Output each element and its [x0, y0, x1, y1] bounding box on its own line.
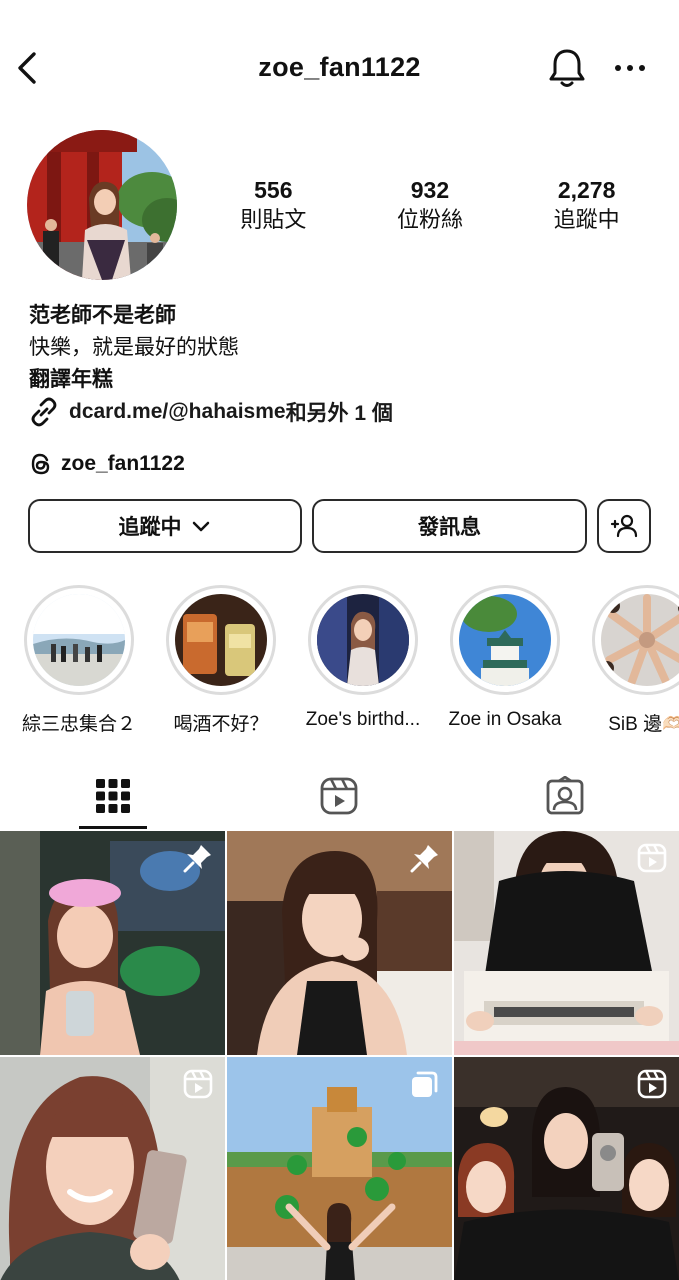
more-options-button[interactable]: [610, 50, 650, 86]
story-highlights: 綜三忠集合２ 喝酒不好？ Zoe's birthd... Zoe in Osak…: [0, 585, 679, 735]
bell-icon: [549, 49, 585, 87]
link-suffix: 和另外 1 個: [285, 402, 393, 425]
more-horizontal-icon: [615, 65, 645, 71]
following-button-label: 追蹤中: [118, 516, 182, 539]
reels-icon: [637, 843, 667, 873]
tab-reels[interactable]: [226, 762, 452, 830]
bio-line[interactable]: 翻譯年糕: [29, 364, 659, 396]
highlight-cover: [450, 585, 560, 695]
bio-line: 快樂，就是最好的狀態: [29, 336, 239, 359]
threads-handle: zoe_fan1122: [61, 452, 185, 475]
following-button[interactable]: 追蹤中: [28, 499, 302, 553]
link-icon: [31, 397, 57, 427]
posts-grid: [0, 831, 679, 1280]
post-thumbnail[interactable]: [227, 831, 452, 1055]
threads-link[interactable]: zoe_fan1122: [29, 448, 185, 480]
chevron-down-icon: [192, 521, 209, 532]
chevron-left-icon: [18, 52, 36, 84]
posts-count: 556: [254, 177, 293, 203]
reels-icon: [183, 1069, 213, 1099]
message-button[interactable]: 發訊息: [312, 499, 587, 553]
highlight-item[interactable]: Zoe in Osaka: [435, 585, 575, 731]
pin-icon: [410, 845, 438, 873]
highlight-label: 喝酒不好？: [173, 714, 269, 735]
post-thumbnail[interactable]: [0, 831, 225, 1055]
highlight-label: 綜三忠集合２: [21, 714, 136, 735]
bio-link[interactable]: dcard.me/@hahaisme 和另外 1 個: [29, 396, 393, 428]
following-label: 追蹤中: [553, 207, 620, 232]
highlight-label: SiB 邊🫶🏻: [608, 714, 679, 735]
profile-stats: 556 則貼文 932 位粉絲 2,278 追蹤中: [195, 175, 665, 235]
followers-stat[interactable]: 932 位粉絲: [352, 175, 509, 235]
bio: 范老師不是老師 快樂，就是最好的狀態 翻譯年糕: [29, 300, 659, 396]
tab-posts[interactable]: [0, 762, 226, 830]
highlight-cover: [24, 585, 134, 695]
highlight-label: Zoe in Osaka: [448, 709, 562, 730]
post-thumbnail[interactable]: [454, 1057, 679, 1280]
highlight-item[interactable]: 喝酒不好？: [151, 585, 291, 735]
tagged-person-icon: [546, 776, 584, 815]
profile-photo: [27, 130, 177, 280]
post-thumbnail[interactable]: [454, 831, 679, 1055]
reels-icon: [320, 777, 358, 815]
following-count: 2,278: [557, 177, 616, 203]
followers-label: 位粉絲: [396, 207, 463, 232]
carousel-icon: [412, 1071, 438, 1097]
posts-label: 則貼文: [240, 207, 307, 232]
profile-tabs: [0, 762, 679, 830]
posts-stat[interactable]: 556 則貼文: [195, 175, 352, 235]
following-stat[interactable]: 2,278 追蹤中: [508, 175, 665, 235]
highlight-cover: [308, 585, 418, 695]
highlight-item[interactable]: SiB 邊🫶🏻: [577, 585, 679, 735]
reels-icon: [637, 1069, 667, 1099]
link-url: dcard.me/@hahaisme: [69, 400, 286, 423]
avatar[interactable]: [27, 130, 177, 280]
tab-tagged[interactable]: [452, 762, 678, 830]
post-thumbnail[interactable]: [227, 1057, 452, 1280]
highlight-cover: [166, 585, 276, 695]
message-button-label: 發訊息: [418, 516, 481, 539]
highlight-item[interactable]: 綜三忠集合２: [9, 585, 149, 735]
top-bar: zoe_fan1122: [0, 0, 679, 130]
highlight-item[interactable]: Zoe's birthd...: [293, 585, 433, 731]
pin-icon: [183, 845, 211, 873]
display-name: 范老師不是老師: [29, 304, 176, 327]
highlight-label: Zoe's birthd...: [305, 709, 421, 730]
followers-count: 932: [410, 177, 450, 203]
active-tab-indicator: [79, 826, 147, 829]
back-button[interactable]: [14, 50, 44, 86]
grid-icon: [96, 779, 130, 813]
threads-icon: [31, 453, 50, 475]
notifications-button[interactable]: [547, 46, 587, 90]
highlight-cover: [592, 585, 679, 695]
suggested-users-button[interactable]: [597, 499, 651, 553]
post-thumbnail[interactable]: [0, 1057, 225, 1280]
add-person-icon: [610, 514, 638, 538]
